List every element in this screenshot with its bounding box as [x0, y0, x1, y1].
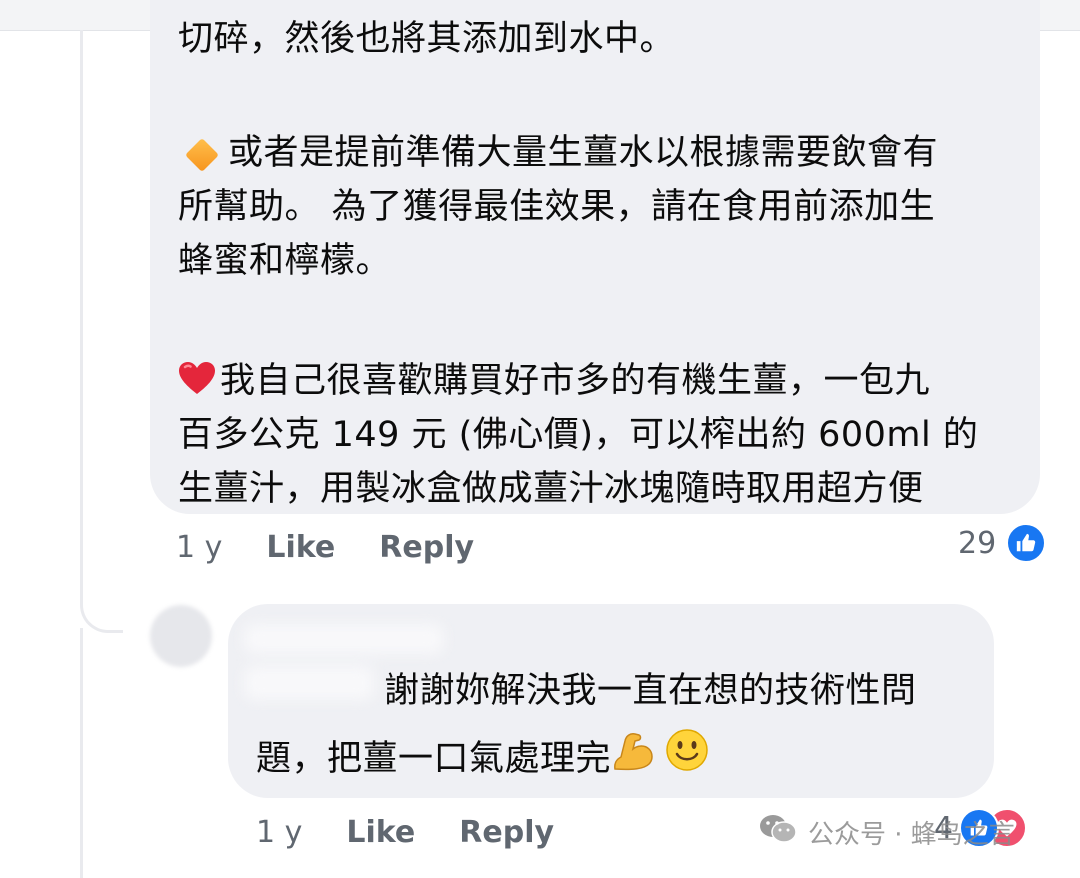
smiling-face-icon [665, 728, 709, 790]
comment-actions: 1 y Like Reply [176, 527, 474, 567]
thread-connector-line [80, 30, 123, 633]
reply-like-button[interactable]: Like [346, 815, 415, 850]
wechat-watermark: 公众号 · 蜂鸟之言 [758, 812, 1015, 853]
reaction-count: 29 [958, 525, 997, 561]
reply-text-line-2: 題，把薑一口氣處理完 [256, 728, 713, 790]
comment-bubble: 切碎，然後也將其添加到水中。 或者是提前準備大量生薑水以根據需要飲會有 所幫助。… [150, 0, 1040, 514]
comment-thread: 切碎，然後也將其添加到水中。 或者是提前準備大量生薑水以根據需要飲會有 所幫助。… [0, 0, 1080, 878]
reply-actions: 1 y Like Reply [256, 812, 554, 852]
comment-paragraph-3: 我自己很喜歡購買好市多的有機生薑，一包九 百多公克 149 元 (佛心價)，可以… [178, 354, 1018, 514]
comment-timestamp[interactable]: 1 y [176, 530, 222, 565]
comment-paragraph-1: 切碎，然後也將其添加到水中。 [178, 19, 676, 59]
flexed-biceps-icon [611, 729, 655, 789]
comment-paragraph-2-text: 或者是提前準備大量生薑水以根據需要飲會有 所幫助。 為了獲得最佳效果，請在食用前… [178, 133, 939, 281]
like-button[interactable]: Like [266, 530, 335, 565]
reply-timestamp[interactable]: 1 y [256, 815, 302, 850]
reply-text-line-2-text: 題，把薑一口氣處理完 [256, 739, 612, 779]
like-icon [1006, 523, 1047, 563]
reply-text-line-1: 謝謝妳解決我一直在想的技術性問 [384, 671, 917, 711]
red-heart-icon [178, 361, 216, 395]
reply-reply-button[interactable]: Reply [459, 815, 554, 850]
wechat-icon [758, 812, 798, 853]
reply-button[interactable]: Reply [379, 530, 474, 565]
orange-diamond-icon [185, 138, 219, 172]
watermark-text: 公众号 · 蜂鸟之言 [808, 820, 1015, 850]
comment-paragraph-2: 或者是提前準備大量生薑水以根據需要飲會有 所幫助。 為了獲得最佳效果，請在食用前… [178, 126, 1018, 288]
avatar[interactable] [150, 605, 212, 667]
reaction-summary[interactable]: 29 [958, 523, 1047, 563]
thread-line-lower [80, 628, 83, 878]
comment-paragraph-3-text: 我自己很喜歡購買好市多的有機生薑，一包九 百多公克 149 元 (佛心價)，可以… [178, 361, 979, 509]
reply-bubble: 謝謝妳解決我一直在想的技術性問 題，把薑一口氣處理完 [228, 604, 994, 798]
